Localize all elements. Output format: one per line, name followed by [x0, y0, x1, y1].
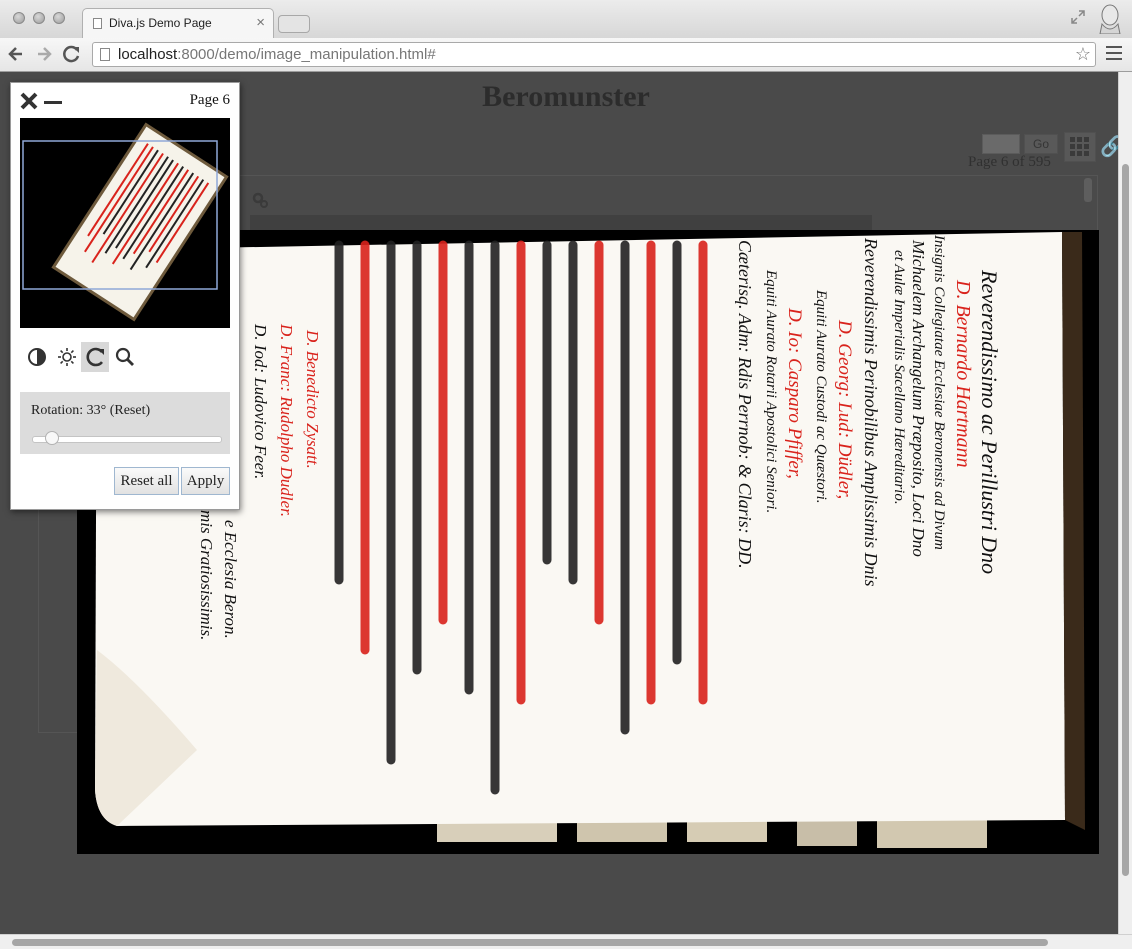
brightness-tool[interactable] — [53, 342, 81, 372]
goto-page-input[interactable] — [982, 134, 1020, 154]
manuscript-line: D. Benedicto Zysatt. — [303, 329, 322, 469]
manuscript-line: e Ecclesia Beron. — [221, 520, 240, 639]
page-icon — [100, 48, 110, 61]
browser-navbar: localhost:8000/demo/image_manipulation.h… — [0, 38, 1132, 72]
window-minimize-button[interactable] — [33, 12, 45, 24]
scrollbar-thumb[interactable] — [1122, 164, 1129, 876]
manuscript-line: Insignis Collegiatae Ecclesiae Beronensi… — [931, 234, 947, 550]
forward-icon[interactable] — [34, 44, 54, 64]
page-count: Page 6 of 595 — [968, 154, 1051, 170]
manuscript-line: D. Io: Casparo Pfiffer, — [784, 307, 805, 479]
address-bar[interactable]: localhost:8000/demo/image_manipulation.h… — [92, 42, 1096, 67]
close-icon[interactable] — [19, 91, 39, 111]
reset-all-button[interactable]: Reset all — [114, 467, 179, 495]
manuscript-line: Reverendissimis Perinobilibus Amplissimi… — [861, 237, 881, 587]
panel-page-label: Page 6 — [189, 92, 230, 108]
manuscript-line: D. Georg: Lud: Düdler, — [834, 319, 855, 499]
browser-titlebar: Diva.js Demo Page × — [0, 0, 1132, 39]
manuscript-line: D. Iod: Ludovico Feer. — [251, 323, 270, 479]
rotate-tool[interactable] — [81, 342, 109, 372]
image-manipulation-panel: Page 6 Rotation: 33° (Reset) Reset all A… — [10, 82, 240, 510]
zoom-icon — [115, 347, 134, 366]
manuscript-line: Reverendissimo ac Perillustri Dno — [977, 269, 1002, 574]
manuscript-line: Equiti Aurato Rotarii Apostolici Seniori… — [763, 269, 779, 513]
reload-icon[interactable] — [62, 44, 82, 64]
manuscript-line: Equiti Aurato Custodi ac Quæstori. — [813, 289, 829, 504]
link-icon[interactable]: 🔗 — [1100, 134, 1118, 159]
chrome-menu-icon[interactable] — [1106, 46, 1122, 62]
rotation-label[interactable]: Rotation: 33° (Reset) — [31, 403, 150, 419]
manuscript-line: mis Gratiosissimis. — [197, 510, 216, 640]
minimize-icon[interactable] — [44, 101, 62, 104]
page-thumbnail[interactable] — [20, 118, 230, 328]
brightness-icon — [58, 348, 76, 366]
tools-gear-icon[interactable] — [252, 192, 268, 208]
page-icon — [93, 18, 102, 29]
thumbnail-image — [22, 122, 229, 322]
new-tab-button[interactable] — [278, 15, 310, 33]
back-icon[interactable] — [6, 44, 26, 64]
manuscript-line: et Aulæ Imperialis Sacellano Hæreditario… — [891, 250, 907, 505]
grid-view-icon[interactable] — [1064, 132, 1096, 162]
scrollbar-thumb[interactable] — [12, 939, 1048, 946]
manuscript-line: Michaelem Archangelum Præposito, Loci Dn… — [909, 239, 928, 557]
window-close-button[interactable] — [13, 12, 25, 24]
manuscript-line: Cæterisq. Adm: Rdis Perrnob: & Claris: D… — [735, 240, 755, 569]
manuscript-line: D. Franc: Rudolpho Dudler. — [277, 323, 296, 517]
go-button[interactable]: Go — [1024, 134, 1058, 154]
rotation-controls: Rotation: 33° (Reset) — [20, 392, 230, 454]
profile-icon[interactable] — [1098, 4, 1122, 34]
vertical-scrollbar[interactable] — [1118, 72, 1132, 934]
rotation-slider-knob[interactable] — [45, 431, 59, 445]
fullscreen-icon[interactable] — [1070, 9, 1086, 25]
contrast-icon — [28, 348, 46, 366]
contrast-tool[interactable] — [23, 342, 51, 372]
apply-button[interactable]: Apply — [181, 467, 230, 495]
rotate-icon — [86, 347, 104, 367]
filter-tools — [23, 342, 223, 372]
viewer-scrollbar[interactable] — [1084, 178, 1092, 202]
url-text: localhost:8000/demo/image_manipulation.h… — [118, 46, 436, 63]
tab-close-icon[interactable]: × — [256, 14, 265, 31]
window-zoom-button[interactable] — [53, 12, 65, 24]
browser-tab[interactable]: Diva.js Demo Page × — [82, 8, 274, 38]
tab-title: Diva.js Demo Page — [109, 16, 212, 30]
rotation-slider[interactable] — [32, 436, 222, 443]
bookmark-star-icon[interactable]: ☆ — [1075, 44, 1091, 65]
zoom-tool[interactable] — [111, 342, 139, 372]
horizontal-scrollbar[interactable] — [0, 934, 1132, 949]
manuscript-line: D. Bernardo Hartmann — [952, 279, 974, 468]
viewer-toolbar — [250, 215, 872, 231]
